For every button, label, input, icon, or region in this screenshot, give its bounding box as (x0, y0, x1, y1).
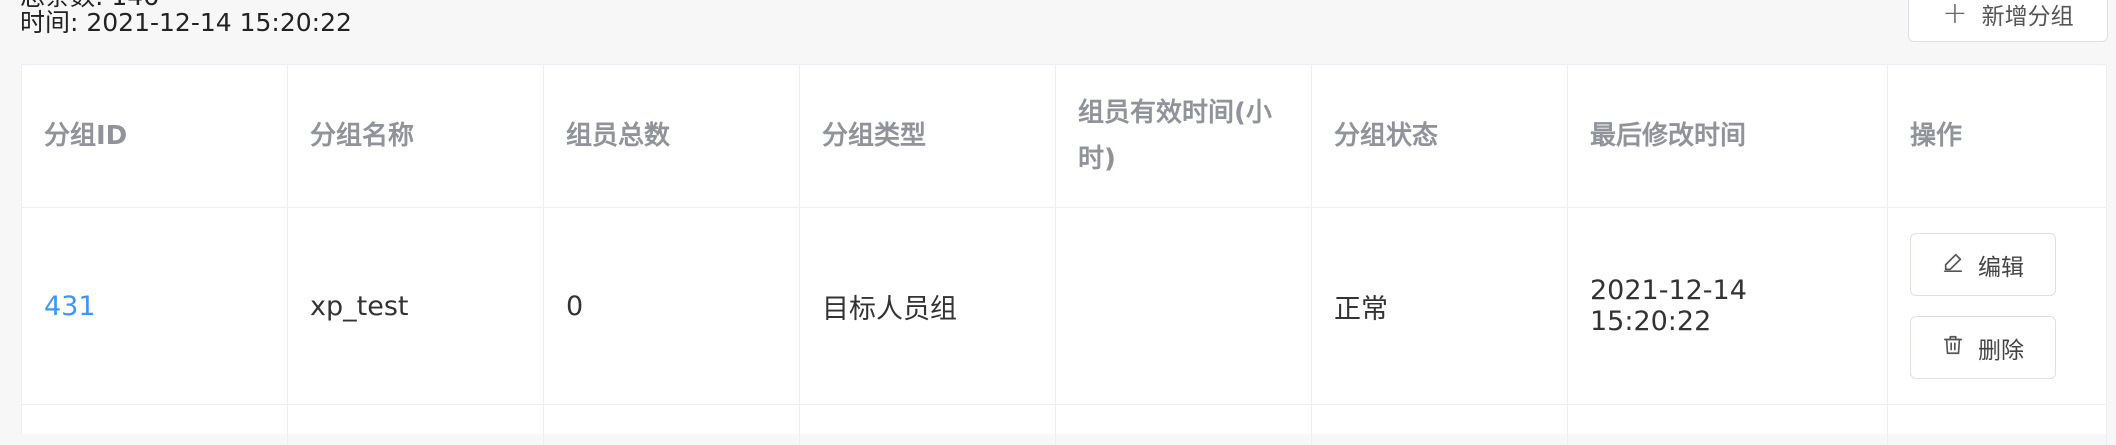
table-row: 431 xp_test 0 目标人员组 正常 2021-12-14 15:20:… (22, 208, 2107, 405)
header-group-type: 分组类型 (800, 65, 1056, 207)
header-last-modified: 最后修改时间 (1568, 65, 1888, 207)
cell-empty (1312, 405, 1568, 445)
table-header-row: 分组ID 分组名称 组员总数 分组类型 组员有效时间(小时) 分组状态 最后修改… (22, 65, 2107, 208)
cell-last-modified: 2021-12-14 15:20:22 (1568, 208, 1888, 404)
cell-empty (1888, 405, 2107, 445)
edit-button[interactable]: 编辑 (1910, 233, 2056, 296)
header-valid-hours: 组员有效时间(小时) (1056, 65, 1312, 207)
timestamp-text: 时间: 2021-12-14 15:20:22 (20, 8, 352, 37)
edit-icon (1942, 251, 1964, 279)
cell-empty (544, 405, 800, 445)
group-table: 分组ID 分组名称 组员总数 分组类型 组员有效时间(小时) 分组状态 最后修改… (21, 64, 2107, 445)
add-group-button[interactable]: + 新增分组 (1908, 0, 2108, 42)
trash-icon (1942, 334, 1964, 362)
cell-group-status: 正常 (1312, 208, 1568, 404)
cell-empty (22, 405, 288, 445)
summary-info: 总条数: 146 时间: 2021-12-14 15:20:22 (20, 0, 352, 36)
plus-icon: + (1942, 0, 1968, 31)
cell-empty (1568, 405, 1888, 445)
cell-empty (288, 405, 544, 445)
delete-button[interactable]: 删除 (1910, 316, 2056, 379)
cell-group-id: 431 (22, 208, 288, 404)
cell-member-count: 0 (544, 208, 800, 404)
edit-label: 编辑 (1978, 254, 2024, 281)
cell-valid-hours (1056, 208, 1312, 404)
cell-group-type: 目标人员组 (800, 208, 1056, 404)
cell-actions: 编辑 删除 (1888, 208, 2107, 404)
cell-empty (1056, 405, 1312, 445)
header-group-status: 分组状态 (1312, 65, 1568, 207)
cell-empty (800, 405, 1056, 445)
table-row (22, 405, 2107, 445)
delete-label: 删除 (1978, 337, 2024, 364)
header-group-id: 分组ID (22, 65, 288, 207)
add-group-label: 新增分组 (1981, 4, 2074, 30)
header-member-count: 组员总数 (544, 65, 800, 207)
cell-group-name: xp_test (288, 208, 544, 404)
header-group-name: 分组名称 (288, 65, 544, 207)
header-actions: 操作 (1888, 65, 2107, 207)
group-id-link[interactable]: 431 (44, 291, 96, 322)
